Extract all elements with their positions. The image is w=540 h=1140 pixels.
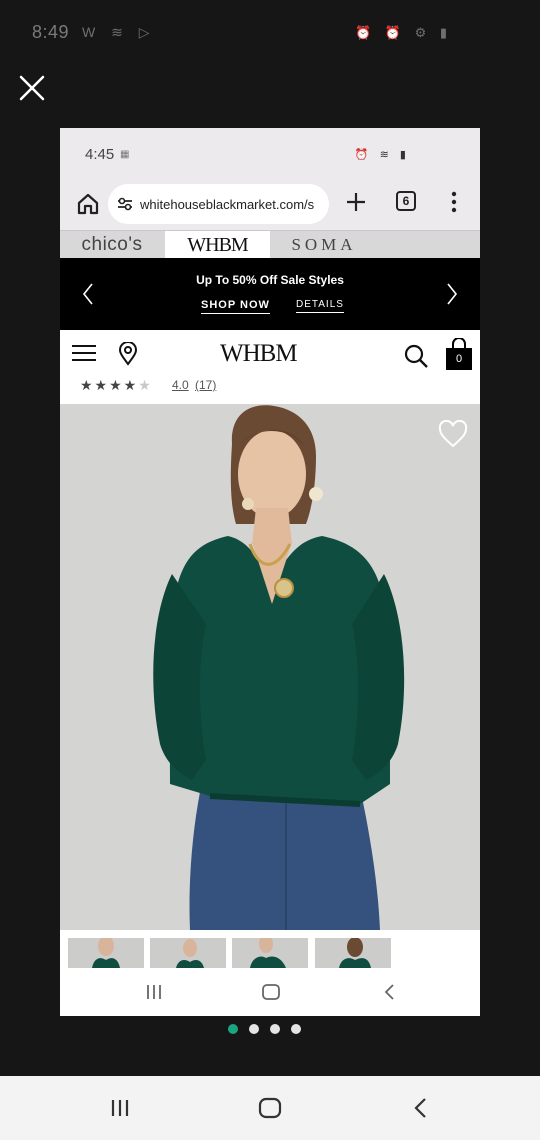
promo-banner: Up To 50% Off Sale Styles SHOP NOW DETAI… bbox=[60, 258, 480, 330]
favorite-heart-icon[interactable] bbox=[438, 420, 468, 448]
carousel-dot-1[interactable] bbox=[228, 1024, 238, 1034]
model-photo bbox=[60, 404, 480, 930]
screenshot-frame: 4:45 ▦ ⏰ ≋ ▮ whitehouseblackmarket.com/s… bbox=[60, 128, 480, 1016]
rating-count[interactable]: (17) bbox=[195, 380, 216, 392]
thumbnail-3[interactable] bbox=[232, 938, 308, 968]
inner-status-bar: 4:45 ▦ ⏰ ≋ ▮ bbox=[60, 128, 480, 178]
inner-nav-bar bbox=[60, 968, 480, 1016]
new-tab-icon[interactable] bbox=[344, 190, 368, 214]
carousel-dot-4[interactable] bbox=[291, 1024, 301, 1034]
search-icon[interactable] bbox=[404, 344, 428, 368]
inner-status-left-icon: ▦ bbox=[120, 149, 130, 160]
recents-icon[interactable] bbox=[142, 980, 166, 1004]
outer-status-time: 8:49 bbox=[32, 22, 70, 42]
home-icon[interactable] bbox=[74, 190, 102, 218]
thumbnail-1[interactable] bbox=[68, 938, 144, 968]
back-icon[interactable] bbox=[407, 1094, 435, 1122]
tab-count: 6 bbox=[402, 194, 410, 208]
url-text: whitehouseblackmarket.com/s bbox=[140, 196, 315, 212]
brand-tab-soma[interactable]: SOMA bbox=[272, 231, 376, 259]
shop-now-link[interactable]: SHOP NOW bbox=[201, 299, 270, 314]
browser-toolbar: whitehouseblackmarket.com/s 6 bbox=[60, 178, 480, 230]
thumbnail-strip bbox=[60, 930, 480, 968]
shopping-bag-button[interactable]: 0 bbox=[446, 338, 472, 370]
thumbnail-4[interactable] bbox=[315, 938, 391, 968]
thumbnail-2[interactable] bbox=[150, 938, 226, 968]
url-field[interactable]: whitehouseblackmarket.com/s bbox=[108, 184, 329, 224]
brand-tab-whbm[interactable]: WHBM bbox=[165, 231, 270, 259]
more-options-icon[interactable] bbox=[450, 190, 458, 214]
rating-row: ★★★★★ 4.0 (17) bbox=[60, 380, 480, 404]
hamburger-menu-icon[interactable] bbox=[72, 344, 96, 362]
carousel-dot-3[interactable] bbox=[270, 1024, 280, 1034]
tab-switcher-button[interactable]: 6 bbox=[396, 191, 416, 211]
details-link[interactable]: DETAILS bbox=[296, 299, 344, 313]
back-icon[interactable] bbox=[378, 980, 402, 1004]
carousel-dots bbox=[228, 1024, 301, 1038]
inner-status-time: 4:45 bbox=[85, 146, 115, 163]
product-image[interactable] bbox=[60, 404, 480, 930]
inner-status-right-icons: ⏰ ≋ ▮ bbox=[354, 149, 410, 161]
brand-tab-chicos[interactable]: chico's bbox=[60, 231, 164, 259]
brand-tabs: chico's WHBM SOMA bbox=[60, 230, 480, 259]
carousel-dot-2[interactable] bbox=[249, 1024, 259, 1034]
outer-nav-bar bbox=[0, 1076, 540, 1140]
site-settings-icon[interactable] bbox=[110, 184, 140, 224]
home-nav-icon[interactable] bbox=[256, 1094, 284, 1122]
cart-count: 0 bbox=[446, 348, 472, 370]
recents-icon[interactable] bbox=[106, 1094, 134, 1122]
promo-title: Up To 50% Off Sale Styles bbox=[196, 273, 344, 287]
outer-status-right-icons: ⏰ ⏰ ⚙ ▮ bbox=[354, 25, 452, 40]
home-nav-icon[interactable] bbox=[259, 980, 283, 1004]
close-viewer-button[interactable] bbox=[16, 72, 48, 104]
promo-next-icon[interactable] bbox=[442, 280, 462, 308]
rating-stars: ★★★★★ bbox=[80, 380, 153, 393]
store-locator-icon[interactable] bbox=[118, 342, 138, 366]
outer-status-bar: 8:49 W ≋ ▷ ⏰ ⏰ ⚙ ▮ bbox=[0, 0, 540, 68]
outer-status-left-icons: W ≋ ▷ bbox=[82, 24, 156, 40]
rating-value[interactable]: 4.0 bbox=[172, 380, 189, 392]
site-header: WHBM 0 bbox=[60, 330, 480, 380]
close-icon bbox=[19, 75, 45, 101]
site-logo[interactable]: WHBM bbox=[220, 340, 298, 368]
